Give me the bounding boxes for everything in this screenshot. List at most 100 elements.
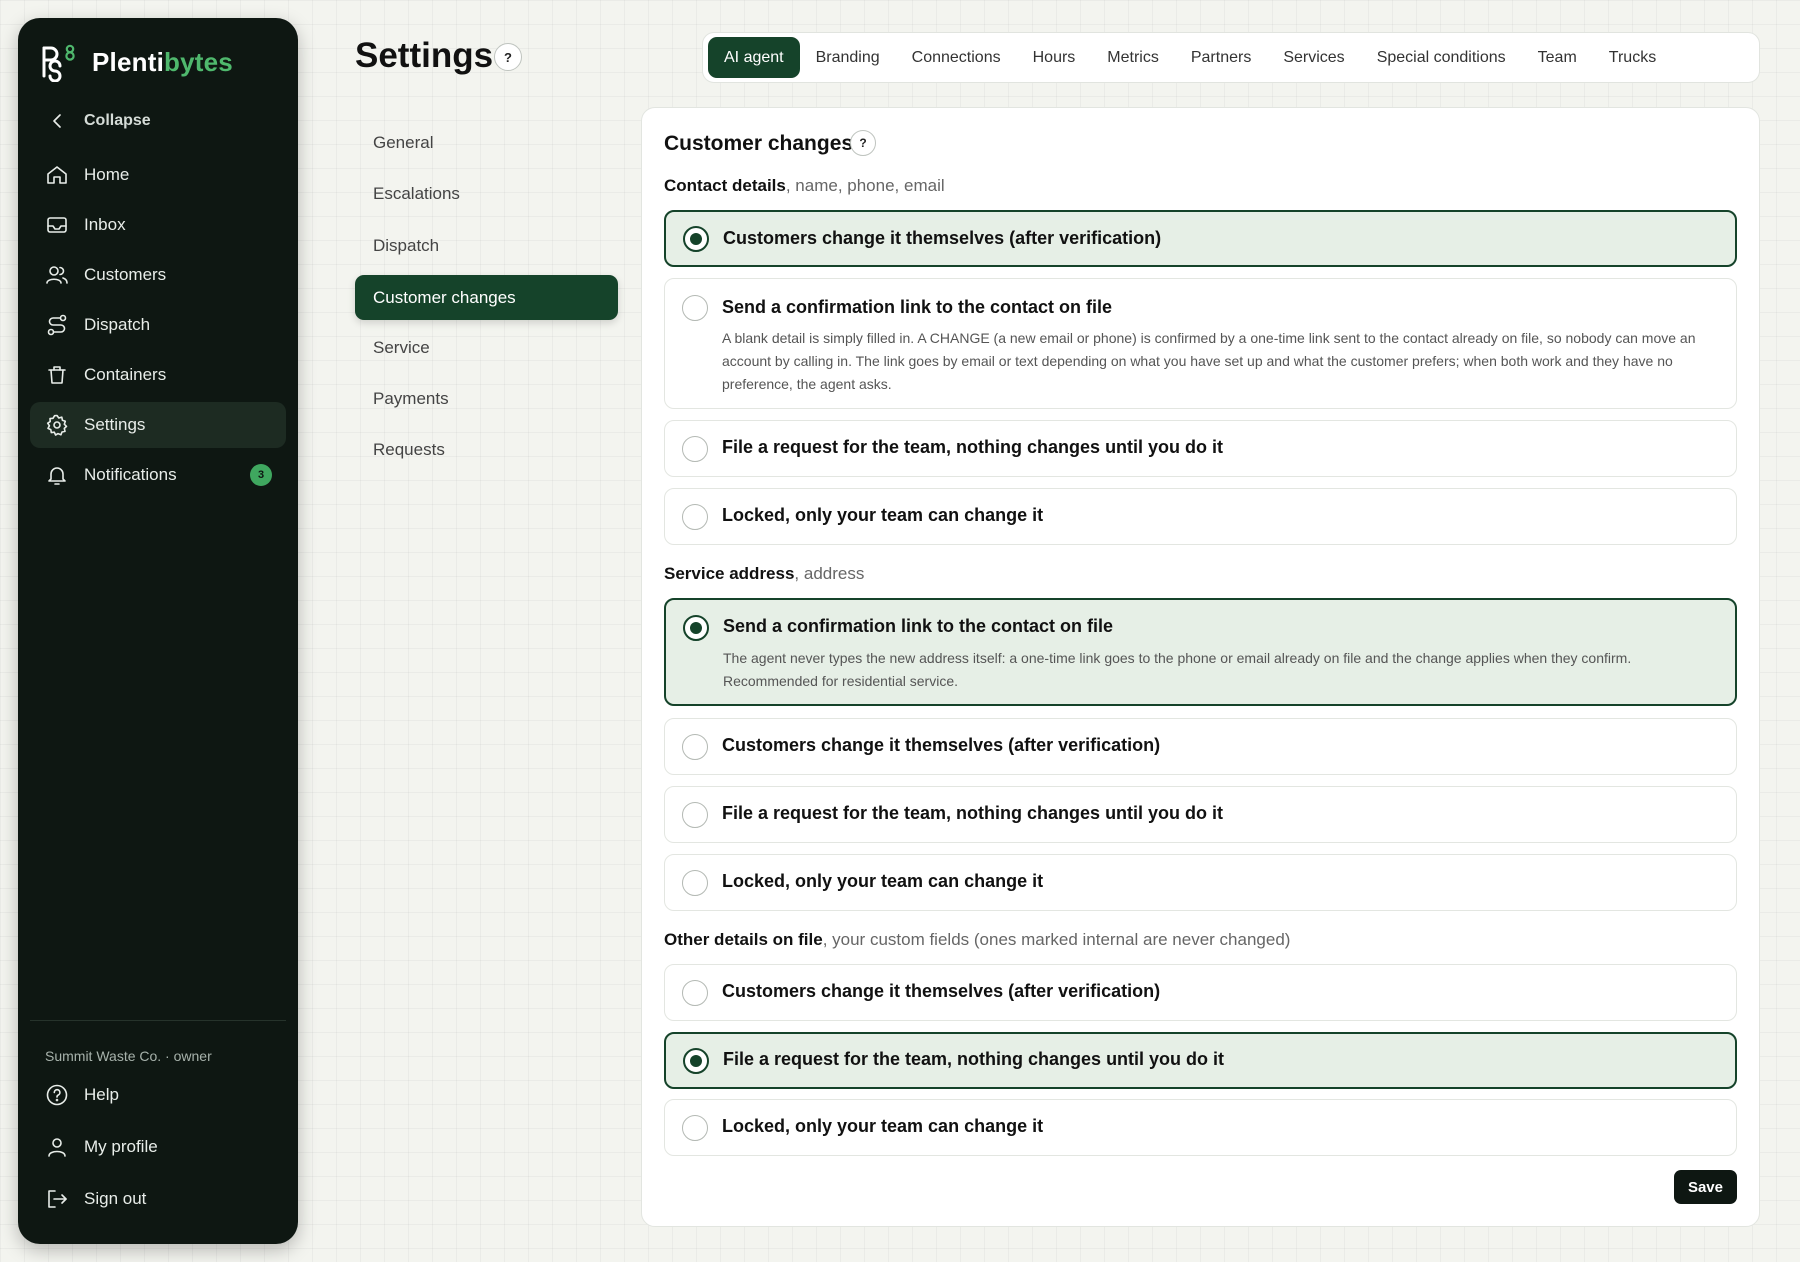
notification-badge: 3	[250, 464, 272, 486]
sidebar-item-customers[interactable]: Customers	[30, 252, 286, 298]
save-button[interactable]: Save	[1673, 1170, 1737, 1204]
option-title: Customers change it themselves (after ve…	[722, 735, 1161, 755]
users-icon	[44, 262, 70, 288]
tab-connections[interactable]: Connections	[896, 37, 1017, 78]
option-title: Locked, only your team can change it	[722, 505, 1044, 525]
sidebar-item-label: Containers	[84, 365, 167, 384]
radio-button[interactable]	[682, 802, 708, 828]
address-option-confirmation-link[interactable]: Send a confirmation link to the contact …	[664, 598, 1737, 706]
radio-button[interactable]	[682, 436, 708, 462]
radio-button[interactable]	[682, 980, 708, 1006]
option-title: Send a confirmation link to the contact …	[723, 616, 1114, 636]
group-label-other-details: Other details on file, your custom field…	[664, 930, 1291, 949]
option-title: File a request for the team, nothing cha…	[722, 437, 1224, 457]
tab-team[interactable]: Team	[1522, 37, 1593, 78]
radio-button[interactable]	[682, 870, 708, 896]
other-option-self-change[interactable]: Customers change it themselves (after ve…	[664, 964, 1737, 1021]
group-label-contact-details: Contact details, name, phone, email	[664, 176, 945, 195]
customer-changes-card: Customer changes ? Contact details, name…	[641, 107, 1760, 1227]
address-option-locked[interactable]: Locked, only your team can change it	[664, 854, 1737, 911]
help-icon	[44, 1082, 70, 1108]
subnav-item-customer-changes[interactable]: Customer changes	[355, 275, 618, 320]
tab-branding[interactable]: Branding	[800, 37, 896, 78]
subnav-item-service[interactable]: Service	[355, 325, 618, 370]
other-option-locked[interactable]: Locked, only your team can change it	[664, 1099, 1737, 1156]
contact-option-file-request[interactable]: File a request for the team, nothing cha…	[664, 420, 1737, 477]
organization-label: Summit Waste Co. · owner	[45, 1048, 212, 1064]
sidebar: Plentibytes Collapse Home Inbox Customer…	[18, 18, 298, 1244]
card-title: Customer changes	[664, 132, 854, 155]
tab-services[interactable]: Services	[1267, 37, 1360, 78]
collapse-button[interactable]: Collapse	[30, 98, 286, 144]
radio-button[interactable]	[683, 615, 709, 641]
option-title: File a request for the team, nothing cha…	[723, 1049, 1225, 1069]
option-title: Customers change it themselves (after ve…	[722, 981, 1161, 1001]
bell-icon	[44, 462, 70, 488]
sidebar-item-sign-out[interactable]: Sign out	[30, 1176, 286, 1222]
sidebar-item-help[interactable]: Help	[30, 1072, 286, 1118]
sidebar-item-label: Home	[84, 165, 130, 184]
contact-option-confirmation-link[interactable]: Send a confirmation link to the contact …	[664, 278, 1737, 409]
subnav-item-dispatch[interactable]: Dispatch	[355, 223, 618, 268]
tab-special-conditions[interactable]: Special conditions	[1361, 37, 1522, 78]
sidebar-item-label: Dispatch	[84, 315, 151, 334]
address-option-file-request[interactable]: File a request for the team, nothing cha…	[664, 786, 1737, 843]
radio-button[interactable]	[682, 734, 708, 760]
radio-button[interactable]	[683, 226, 709, 252]
brand-name: Plentibytes	[92, 46, 233, 77]
sidebar-item-inbox[interactable]: Inbox	[30, 202, 286, 248]
tab-ai-agent[interactable]: AI agent	[708, 37, 800, 78]
sidebar-item-settings[interactable]: Settings	[30, 402, 286, 448]
collapse-label: Collapse	[84, 112, 151, 129]
trash-icon	[44, 362, 70, 388]
subnav-item-general[interactable]: General	[355, 120, 618, 165]
sidebar-item-label: Inbox	[84, 215, 126, 234]
sidebar-item-label: Notifications	[84, 465, 177, 484]
contact-option-self-change[interactable]: Customers change it themselves (after ve…	[664, 210, 1737, 267]
settings-tabs: AI agent Branding Connections Hours Metr…	[702, 32, 1760, 83]
brand[interactable]: Plentibytes	[40, 42, 233, 83]
tab-hours[interactable]: Hours	[1017, 37, 1092, 78]
settings-help-icon[interactable]: ?	[494, 43, 522, 71]
inbox-icon	[44, 212, 70, 238]
tab-partners[interactable]: Partners	[1175, 37, 1267, 78]
sidebar-item-label: Settings	[84, 415, 146, 434]
sidebar-item-notifications[interactable]: Notifications 3	[30, 452, 286, 498]
address-option-self-change[interactable]: Customers change it themselves (after ve…	[664, 718, 1737, 775]
gear-icon	[44, 412, 70, 438]
option-title: Locked, only your team can change it	[722, 1116, 1044, 1136]
radio-button[interactable]	[682, 1115, 708, 1141]
radio-button[interactable]	[683, 1048, 709, 1074]
tab-metrics[interactable]: Metrics	[1091, 37, 1175, 78]
sidebar-divider	[30, 1020, 286, 1021]
radio-button[interactable]	[682, 504, 708, 530]
subnav-item-requests[interactable]: Requests	[355, 427, 618, 472]
option-title: Customers change it themselves (after ve…	[723, 228, 1162, 248]
sidebar-item-label: Sign out	[84, 1189, 147, 1208]
radio-button[interactable]	[682, 295, 708, 321]
home-icon	[44, 162, 70, 188]
customer-changes-help-icon[interactable]: ?	[850, 130, 876, 156]
other-option-file-request[interactable]: File a request for the team, nothing cha…	[664, 1032, 1737, 1089]
option-title: Send a confirmation link to the contact …	[722, 297, 1113, 317]
group-label-service-address: Service address, address	[664, 564, 865, 583]
route-icon	[44, 312, 70, 338]
subnav-item-escalations[interactable]: Escalations	[355, 171, 618, 216]
tab-trucks[interactable]: Trucks	[1593, 37, 1672, 78]
page-title: Settings	[355, 36, 494, 75]
plentibytes-logo-icon	[40, 42, 78, 83]
option-description: The agent never types the new address it…	[723, 650, 1632, 689]
sidebar-item-label: My profile	[84, 1137, 158, 1156]
sidebar-item-home[interactable]: Home	[30, 152, 286, 198]
subnav-item-payments[interactable]: Payments	[355, 376, 618, 421]
sidebar-item-dispatch[interactable]: Dispatch	[30, 302, 286, 348]
sidebar-item-label: Customers	[84, 265, 167, 284]
sidebar-item-label: Help	[84, 1085, 119, 1104]
sidebar-item-my-profile[interactable]: My profile	[30, 1124, 286, 1170]
option-title: Locked, only your team can change it	[722, 871, 1044, 891]
sign-out-icon	[44, 1186, 70, 1212]
option-title: File a request for the team, nothing cha…	[722, 803, 1224, 823]
sidebar-item-containers[interactable]: Containers	[30, 352, 286, 398]
user-icon	[44, 1134, 70, 1160]
contact-option-locked[interactable]: Locked, only your team can change it	[664, 488, 1737, 545]
